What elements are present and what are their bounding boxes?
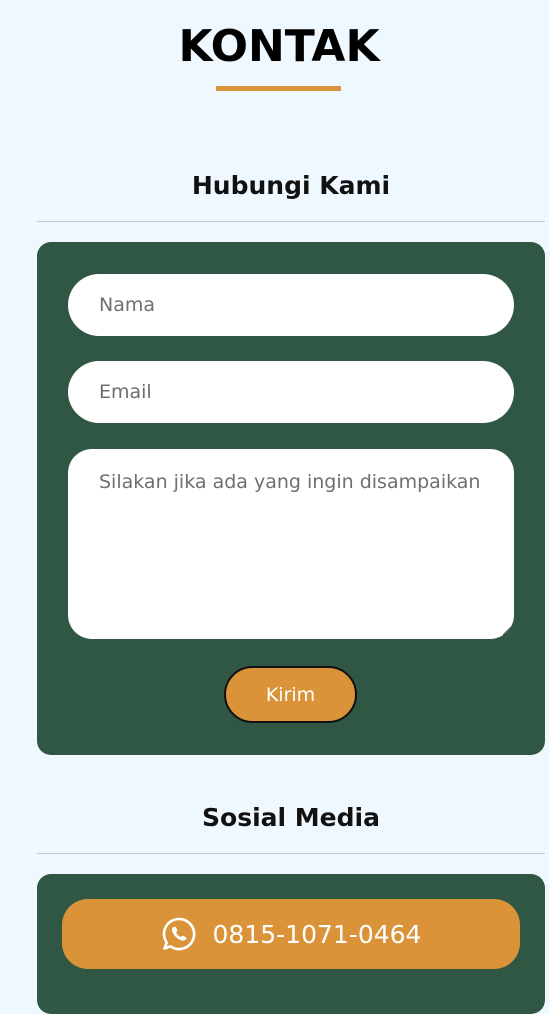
- social-divider: [37, 853, 545, 854]
- name-input[interactable]: [68, 274, 514, 336]
- submit-button[interactable]: Kirim: [224, 666, 357, 723]
- resize-handle-icon[interactable]: [503, 627, 511, 635]
- social-card: 0815-1071-0464: [37, 874, 545, 1014]
- whatsapp-icon: [161, 916, 197, 952]
- email-input[interactable]: [68, 361, 514, 423]
- message-textarea[interactable]: [68, 449, 514, 639]
- contact-form: Kirim: [37, 242, 545, 755]
- whatsapp-number: 0815-1071-0464: [212, 919, 422, 949]
- whatsapp-button[interactable]: 0815-1071-0464: [62, 899, 520, 969]
- contact-heading: Hubungi Kami: [191, 171, 391, 200]
- contact-divider: [37, 221, 545, 222]
- social-heading: Sosial Media: [202, 803, 380, 832]
- title-underline: [216, 86, 341, 91]
- page-title: KONTAK: [178, 21, 380, 72]
